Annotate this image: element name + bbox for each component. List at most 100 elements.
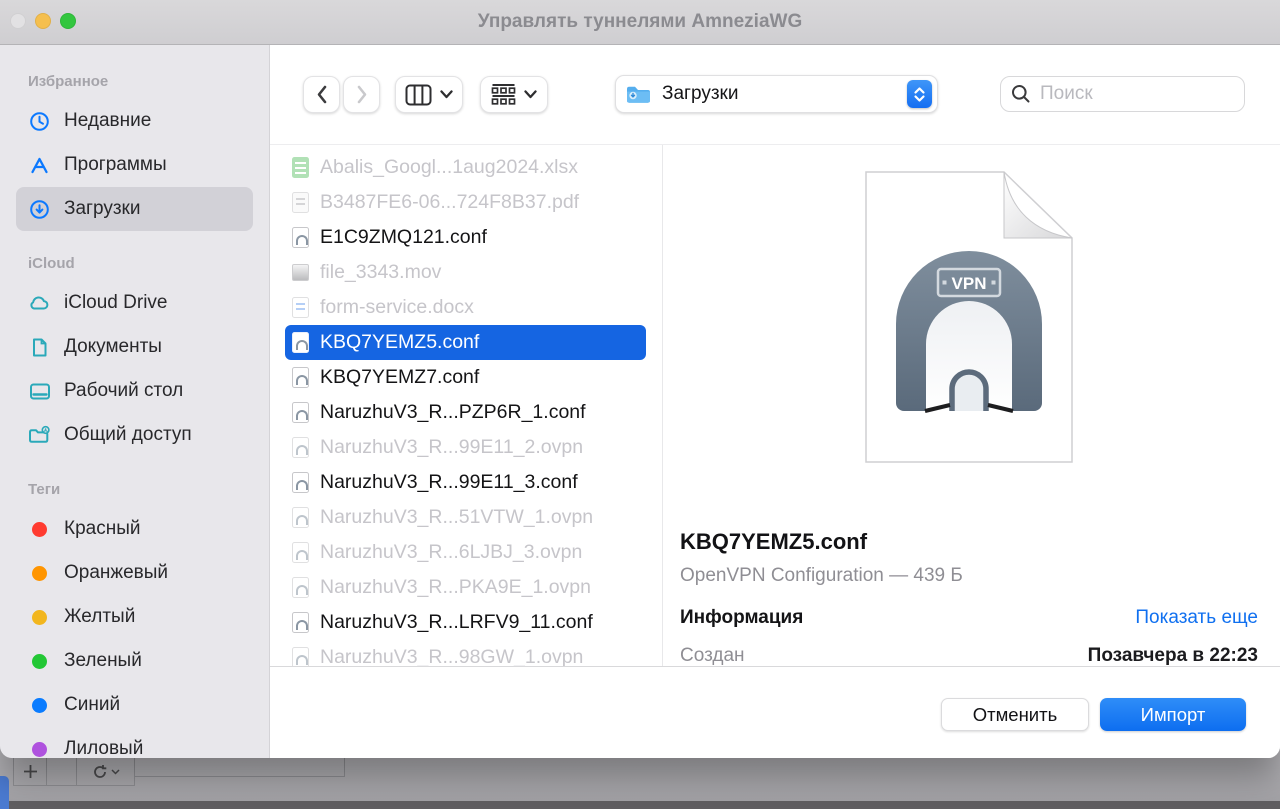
desktop-icon <box>28 380 51 403</box>
sidebar-item-icloud-drive[interactable]: iCloud Drive <box>16 281 253 325</box>
sidebar-item-shared[interactable]: Общий доступ <box>16 413 253 457</box>
location-popup[interactable]: Загрузки <box>615 75 938 113</box>
file-name: NaruzhuV3_R...98GW_1.ovpn <box>320 646 583 666</box>
grouping-icon <box>491 83 516 106</box>
sidebar-tag-orange[interactable]: Оранжевый <box>16 551 253 595</box>
file-name: form-service.docx <box>320 296 474 319</box>
red-tag-icon <box>32 522 47 537</box>
docx-file-icon <box>292 297 309 318</box>
sidebar-item-recents[interactable]: Недавние <box>16 99 253 143</box>
cancel-button[interactable]: Отменить <box>941 698 1089 731</box>
column-view-icon <box>405 84 432 106</box>
file-row[interactable]: form-service.docx <box>285 290 646 325</box>
file-row[interactable]: NaruzhuV3_R...51VTW_1.ovpn <box>285 500 646 535</box>
downloads-folder-icon <box>625 83 652 105</box>
vpn-document-icon: VPN <box>854 166 1084 471</box>
preview-pane: VPN KBQ7YEMZ5.conf OpenVPN Configuration… <box>663 145 1280 666</box>
add-tunnel-button[interactable] <box>13 757 47 786</box>
file-name: KBQ7YEMZ5.conf <box>320 331 479 354</box>
conf-file-icon <box>292 472 309 493</box>
document-icon <box>28 336 51 359</box>
finder-sidebar: Избранное Недавние Программы <box>0 45 270 758</box>
sidebar-item-applications[interactable]: Программы <box>16 143 253 187</box>
file-row[interactable]: NaruzhuV3_R...LRFV9_11.conf <box>285 605 646 640</box>
remove-tunnel-button[interactable] <box>47 757 77 786</box>
minimize-button[interactable] <box>35 13 51 29</box>
conf-file-icon <box>292 367 309 388</box>
conf-file-icon <box>292 332 309 353</box>
preview-file-kind: OpenVPN Configuration — 439 Б <box>680 565 1258 587</box>
file-row[interactable]: KBQ7YEMZ7.conf <box>285 360 646 395</box>
file-row[interactable]: Abalis_Googl...1aug2024.xlsx <box>285 150 646 185</box>
xlsx-file-icon <box>292 157 309 178</box>
import-button[interactable]: Импорт <box>1100 698 1246 731</box>
file-row[interactable]: NaruzhuV3_R...6LJBJ_3.ovpn <box>285 535 646 570</box>
conf-file-icon <box>292 402 309 423</box>
chevron-right-icon <box>356 85 368 104</box>
chevron-left-icon <box>316 85 328 104</box>
search-input[interactable] <box>1038 82 1218 106</box>
file-name: NaruzhuV3_R...51VTW_1.ovpn <box>320 506 593 529</box>
file-row[interactable]: NaruzhuV3_R...99E11_2.ovpn <box>285 430 646 465</box>
file-name: NaruzhuV3_R...LRFV9_11.conf <box>320 611 593 634</box>
refresh-button[interactable] <box>77 757 135 786</box>
sidebar-item-label: Зеленый <box>64 650 142 672</box>
sidebar-item-downloads[interactable]: Загрузки <box>16 187 253 231</box>
movie-file-icon <box>292 264 309 281</box>
sidebar-item-documents[interactable]: Документы <box>16 325 253 369</box>
close-button[interactable] <box>10 13 26 29</box>
file-row[interactable]: file_3343.mov <box>285 255 646 290</box>
file-list[interactable]: Abalis_Googl...1aug2024.xlsx B3487FE6-06… <box>270 145 663 666</box>
file-name: NaruzhuV3_R...99E11_2.ovpn <box>320 436 583 459</box>
screen: Управлять туннелями AmneziaWG Избранное … <box>0 0 1280 809</box>
file-row[interactable]: E1C9ZMQ121.conf <box>285 220 646 255</box>
purple-tag-icon <box>32 742 47 757</box>
traffic-lights <box>10 13 76 29</box>
created-value: Позавчера в 22:23 <box>1088 645 1258 666</box>
file-name: file_3343.mov <box>320 261 441 284</box>
sidebar-item-label: Оранжевый <box>64 562 168 584</box>
background-toolbar-spacer <box>135 757 345 777</box>
created-label: Создан <box>680 645 745 666</box>
background-window-toolbar <box>13 757 345 786</box>
sidebar-item-label: Общий доступ <box>64 424 192 446</box>
conf-file-icon <box>292 507 309 528</box>
downloads-icon <box>28 198 51 221</box>
appstore-icon <box>28 154 51 177</box>
dialog-footer: Отменить Импорт <box>270 666 1280 758</box>
view-mode-button[interactable] <box>395 76 463 113</box>
file-row[interactable]: B3487FE6-06...724F8B37.pdf <box>285 185 646 220</box>
sidebar-tag-purple[interactable]: Лиловый <box>16 727 253 758</box>
conf-file-icon <box>292 612 309 633</box>
sidebar-tag-yellow[interactable]: Желтый <box>16 595 253 639</box>
file-row[interactable]: NaruzhuV3_R...98GW_1.ovpn <box>285 640 646 666</box>
forward-button[interactable] <box>343 76 380 113</box>
group-by-button[interactable] <box>480 76 548 113</box>
file-name: NaruzhuV3_R...PKA9E_1.ovpn <box>320 576 591 599</box>
dialog-main: Загрузки Abalis_Googl...1aug2024.xlsx B3… <box>270 45 1280 758</box>
search-field[interactable] <box>1000 76 1245 112</box>
sidebar-tag-blue[interactable]: Синий <box>16 683 253 727</box>
vpn-badge-label: VPN <box>952 274 987 293</box>
sidebar-tag-green[interactable]: Зеленый <box>16 639 253 683</box>
zoom-button[interactable] <box>60 13 76 29</box>
file-name: NaruzhuV3_R...6LJBJ_3.ovpn <box>320 541 582 564</box>
file-row[interactable]: NaruzhuV3_R...99E11_3.conf <box>285 465 646 500</box>
clock-icon <box>28 110 51 133</box>
info-header-label: Информация <box>680 607 803 629</box>
back-button[interactable] <box>303 76 340 113</box>
sidebar-tag-red[interactable]: Красный <box>16 507 253 551</box>
conf-file-icon <box>292 577 309 598</box>
background-window-bottom-strip <box>0 801 1280 809</box>
file-row[interactable]: NaruzhuV3_R...PKA9E_1.ovpn <box>285 570 646 605</box>
yellow-tag-icon <box>32 610 47 625</box>
show-more-link[interactable]: Показать еще <box>1135 607 1258 629</box>
search-icon <box>1011 84 1031 104</box>
file-row[interactable]: NaruzhuV3_R...PZP6R_1.conf <box>285 395 646 430</box>
dialog-toolbar: Загрузки <box>270 45 1280 144</box>
file-preview: VPN <box>680 166 1258 471</box>
popup-stepper-button[interactable] <box>907 80 932 108</box>
sidebar-item-desktop[interactable]: Рабочий стол <box>16 369 253 413</box>
file-row-selected[interactable]: KBQ7YEMZ5.conf <box>285 325 646 360</box>
conf-file-icon <box>292 227 309 248</box>
